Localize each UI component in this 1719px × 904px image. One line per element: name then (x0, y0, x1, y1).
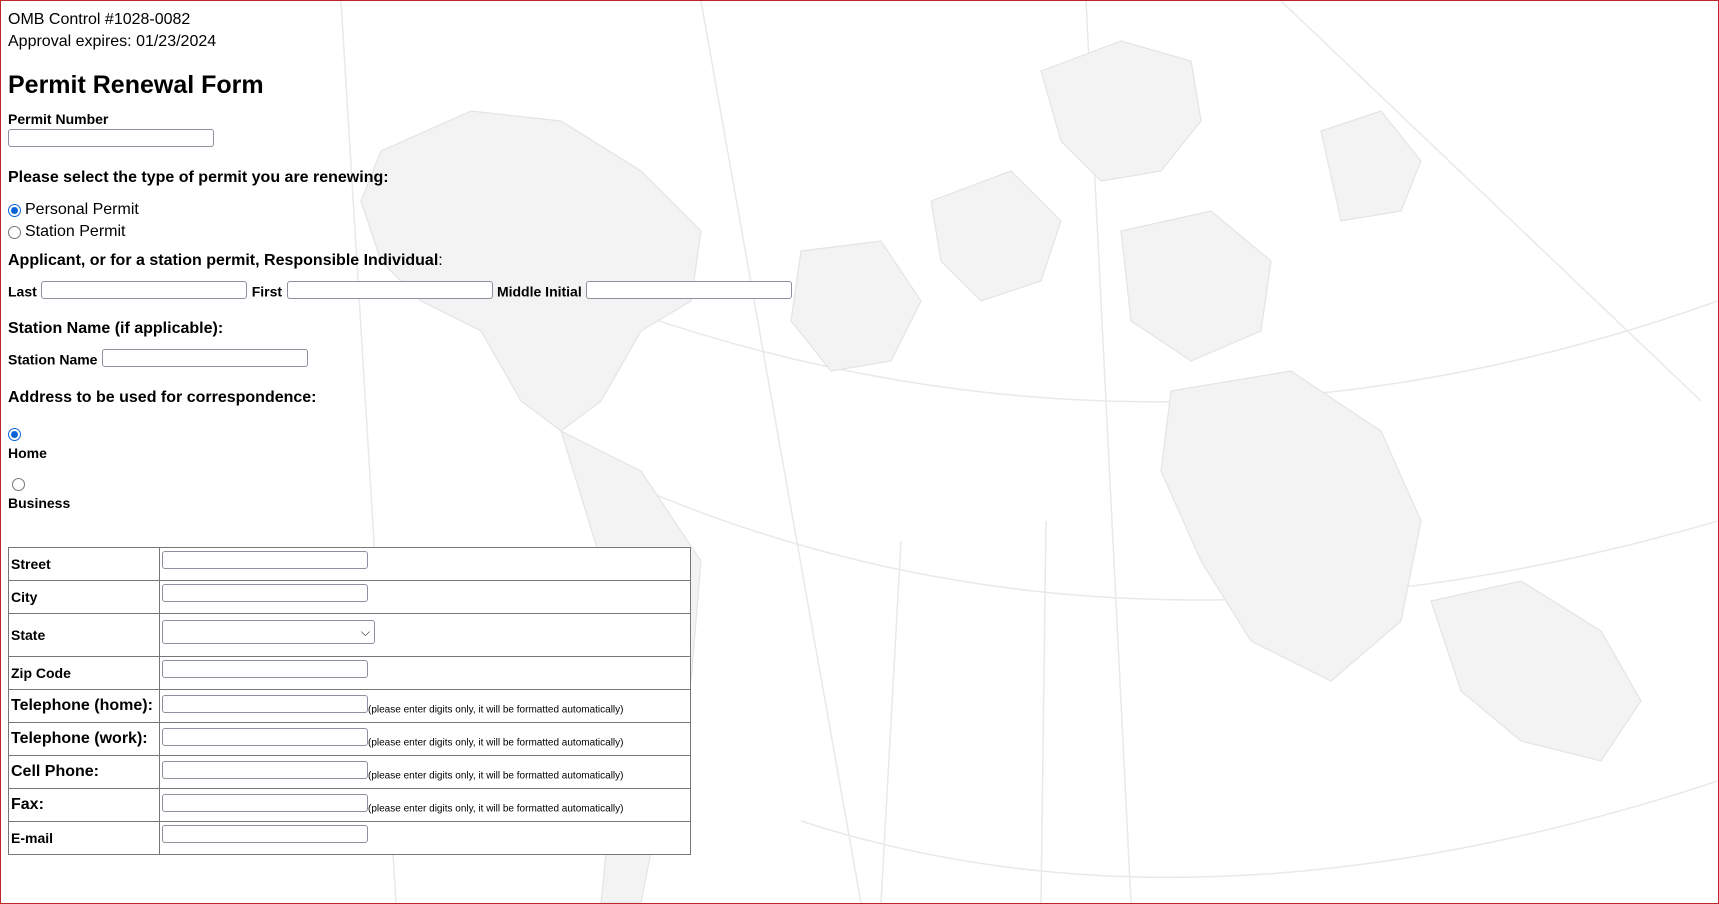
last-name-input[interactable] (41, 280, 248, 299)
personal-permit-radio[interactable] (8, 203, 21, 217)
omb-control-number: OMB Control #1028-0082 (8, 11, 191, 28)
street-input[interactable] (162, 551, 368, 569)
table-row: Telephone (work): (please enter digits o… (8, 722, 691, 756)
station-name-input[interactable] (101, 349, 308, 367)
applicant-heading-text: Applicant, or for a station permit, Resp… (8, 251, 439, 269)
first-name-input[interactable] (286, 280, 493, 299)
station-permit-radio[interactable] (8, 225, 21, 239)
station-name-heading: Station Name (if applicable): (8, 320, 224, 337)
table-row: Cell Phone: (please enter digits only, i… (8, 755, 691, 789)
street-label: Street (8, 547, 160, 581)
fax-hint: (please enter digits only, it will be fo… (368, 803, 624, 815)
form-container: OMB Control #1028-0082 Approval expires:… (8, 9, 1008, 512)
home-address-radio[interactable] (8, 427, 21, 441)
state-label: State (8, 613, 160, 657)
email-input[interactable] (162, 825, 368, 843)
table-row: City (8, 580, 691, 614)
address-type-home[interactable]: Home (8, 426, 1008, 462)
chevron-down-icon: ⌵ (360, 624, 370, 639)
cell-phone-hint: (please enter digits only, it will be fo… (368, 770, 624, 782)
address-heading: Address to be used for correspondence: (8, 388, 317, 406)
page-frame: OMB Control #1028-0082 Approval expires:… (0, 0, 1719, 904)
telephone-home-hint: (please enter digits only, it will be fo… (368, 704, 624, 716)
last-name-label: Last (8, 283, 37, 299)
table-row: State ⌵ (8, 613, 691, 657)
telephone-work-hint: (please enter digits only, it will be fo… (368, 737, 624, 749)
zip-code-label: Zip Code (8, 656, 160, 690)
business-address-radio[interactable] (12, 477, 25, 491)
fax-input[interactable] (162, 793, 368, 812)
telephone-home-label: Telephone (home): (8, 689, 160, 723)
table-row: Zip Code (8, 656, 691, 690)
station-name-row: Station Name (8, 349, 1008, 370)
middle-initial-input[interactable] (586, 280, 793, 299)
permit-number-label: Permit Number (8, 111, 109, 127)
middle-initial-label: Middle Initial (496, 283, 582, 299)
permit-type-question: Please select the type of permit you are… (8, 168, 389, 186)
business-address-label: Business (8, 494, 71, 511)
telephone-work-label: Telephone (work): (8, 722, 160, 756)
home-address-label: Home (8, 444, 47, 461)
applicant-heading: Applicant, or for a station permit, Resp… (8, 251, 1008, 271)
applicant-name-row: Last First Middle Initial (8, 280, 1008, 302)
applicant-heading-colon: : (438, 251, 443, 269)
zip-code-input[interactable] (162, 660, 368, 678)
station-permit-label: Station Permit (25, 222, 126, 240)
permit-type-option-personal[interactable]: Personal Permit (8, 199, 1008, 221)
fax-label: Fax: (8, 788, 160, 822)
approval-expiration: Approval expires: 01/23/2024 (8, 33, 217, 50)
city-input[interactable] (162, 584, 368, 602)
table-row: E-mail (8, 821, 691, 855)
state-select[interactable]: ⌵ (162, 619, 375, 644)
table-row: Street (8, 547, 691, 581)
city-label: City (8, 580, 160, 614)
table-row: Telephone (home): (please enter digits o… (8, 689, 691, 723)
address-type-business[interactable] (12, 476, 1008, 494)
first-name-label: First (251, 283, 283, 299)
page-title: Permit Renewal Form (8, 71, 264, 99)
telephone-work-input[interactable] (162, 727, 368, 746)
personal-permit-label: Personal Permit (25, 200, 139, 218)
permit-type-option-station[interactable]: Station Permit (8, 221, 1008, 243)
telephone-home-input[interactable] (162, 694, 368, 713)
table-row: Fax: (please enter digits only, it will … (8, 788, 691, 822)
permit-number-input[interactable] (8, 129, 214, 147)
station-name-label: Station Name (8, 351, 98, 368)
cell-phone-input[interactable] (162, 760, 368, 779)
cell-phone-label: Cell Phone: (8, 755, 160, 789)
email-label: E-mail (8, 821, 160, 855)
address-table: Street City State ⌵ Zip Code Telephone (… (8, 547, 691, 855)
